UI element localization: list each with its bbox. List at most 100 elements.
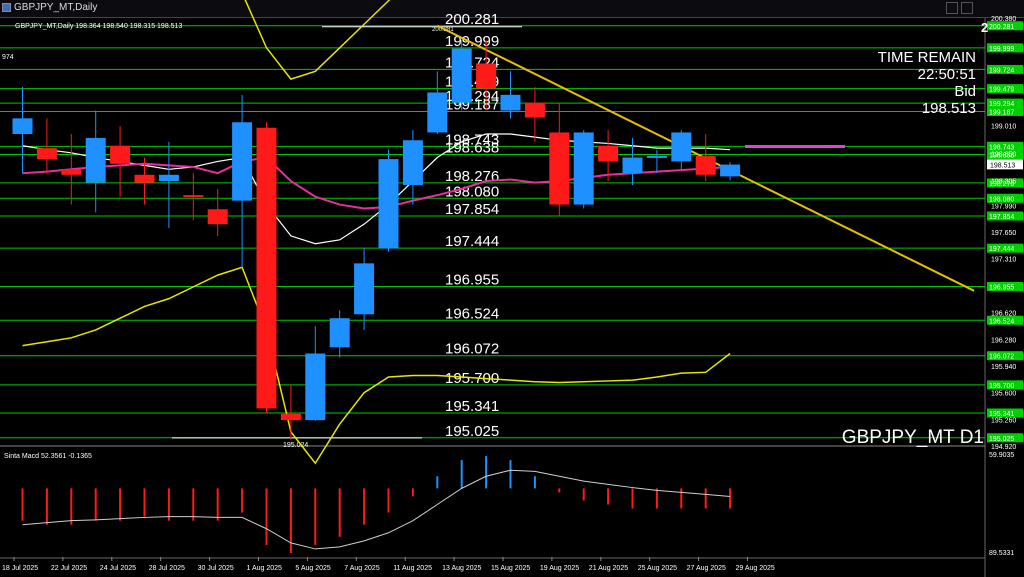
price-tick-label: 195.940 [991, 364, 1016, 371]
candle-body [158, 174, 179, 182]
time-tick-label: 21 Aug 2025 [589, 565, 628, 572]
macd-subwindow: 59.9035 89.5331 [21, 452, 1014, 557]
price-tick-label: 197.650 [991, 230, 1016, 237]
price-tick-label: 198.305 [991, 179, 1016, 186]
macd-histogram-bar [607, 488, 610, 505]
macd-histogram-bar [192, 488, 195, 521]
time-axis: 18 Jul 2025 22 Jul 2025 24 Jul 2025 28 Jul … [2, 557, 775, 572]
macd-histogram-bar [704, 488, 707, 509]
macd-histogram-bar [729, 488, 732, 509]
macd-signal-line [22, 469, 731, 550]
level-label: 199.999 [445, 33, 499, 50]
candle-body [305, 353, 326, 421]
candle-body [451, 48, 472, 103]
level-label: 196.072 [445, 341, 499, 358]
bid-price-tag-label: 198.513 [990, 162, 1015, 169]
bid-value: 198.513 [922, 100, 976, 117]
macd-axis-top: 59.9035 [989, 452, 1014, 459]
time-tick-label: 7 Aug 2025 [344, 565, 380, 572]
time-tick-label: 24 Jul 2025 [100, 565, 136, 572]
macd-histogram-bar [241, 488, 244, 513]
candle-body [573, 132, 594, 205]
candle-body [427, 92, 448, 133]
macd-histogram-bar [631, 488, 634, 509]
candle-body [61, 169, 82, 175]
level-price-tag-label: 199.999 [989, 46, 1014, 53]
macd-histogram-bar [411, 488, 414, 497]
macd-histogram-bar [655, 488, 658, 509]
level-price-tag-label: 199.479 [989, 87, 1014, 94]
candle-body [256, 127, 277, 409]
macd-histogram-bar [314, 488, 317, 545]
time-tick-label: 5 Aug 2025 [295, 565, 331, 572]
candle-body [134, 174, 155, 183]
low-marker-label: 195.024 [283, 442, 308, 449]
macd-histogram-bar [436, 476, 439, 489]
level-price-tag-label: 195.700 [989, 383, 1014, 390]
level-price-tag-label: 196.524 [989, 318, 1014, 325]
price-tick-label: 196.620 [991, 311, 1016, 318]
time-tick-label: 27 Aug 2025 [687, 565, 726, 572]
time-tick-label: 29 Aug 2025 [736, 565, 775, 572]
candle-body [85, 137, 106, 183]
candle-body [354, 263, 375, 315]
macd-histogram-bar [509, 460, 512, 489]
price-tick-label: 199.010 [991, 123, 1016, 130]
price-tick-label: 197.310 [991, 257, 1016, 264]
candle-body [12, 118, 33, 135]
candle-body [598, 145, 619, 162]
level-label: 197.854 [445, 201, 499, 218]
macd-histogram-bar [45, 488, 48, 525]
price-tick-label: 198.650 [991, 152, 1016, 159]
candle-body [378, 159, 399, 249]
time-tick-label: 1 Aug 2025 [247, 565, 283, 572]
level-price-tag-label: 200.281 [989, 24, 1014, 31]
level-price-tag-label: 198.080 [989, 196, 1014, 203]
level-price-tag-label: 199.187 [989, 110, 1014, 117]
time-tick-label: 13 Aug 2025 [442, 565, 481, 572]
time-tick-label: 19 Aug 2025 [540, 565, 579, 572]
window-corner-number: 2 [981, 20, 988, 35]
level-price-tag-label: 196.955 [989, 284, 1014, 291]
lower-band-line [22, 266, 731, 465]
level-price-tag-label: 197.444 [989, 246, 1014, 253]
time-tick-label: 28 Jul 2025 [149, 565, 185, 572]
time-remain-value: 22:50:51 [918, 66, 976, 83]
candle-body [671, 132, 692, 162]
upper-band-line [244, 0, 391, 81]
candle-body [695, 155, 716, 175]
time-tick-label: 15 Aug 2025 [491, 565, 530, 572]
macd-histogram-bar [338, 488, 341, 537]
candle-body [720, 164, 741, 177]
candle-body [622, 157, 643, 174]
price-chart[interactable]: 200.281199.999199.724199.479199.294199.1… [0, 0, 1024, 577]
bid-label: Bid [954, 83, 976, 100]
candle-body [183, 195, 204, 198]
candle-body [207, 209, 228, 225]
macd-histogram-bar [485, 456, 488, 489]
macd-label: Sinta Macd 52.3561 -0.1365 [4, 453, 92, 460]
price-axis: 200.281199.999199.724199.479199.294199.1… [987, 16, 1023, 451]
candle-body [646, 155, 667, 158]
macd-histogram-bar [680, 488, 683, 509]
level-label: 197.444 [445, 233, 499, 250]
symbol-watermark: GBPJPY_MT D1 [842, 427, 984, 448]
symbol-info: GBPJPY_MT,Daily 198.364 198.540 198.315 … [15, 23, 182, 30]
price-tick-label: 195.260 [991, 417, 1016, 424]
macd-histogram-bar [460, 460, 463, 489]
level-label: 196.524 [445, 305, 499, 322]
price-tick-label: 200.380 [991, 16, 1016, 23]
time-tick-label: 25 Aug 2025 [638, 565, 677, 572]
time-tick-label: 11 Aug 2025 [393, 565, 432, 572]
level-price-tag-label: 195.025 [989, 436, 1014, 443]
level-label: 195.025 [445, 423, 499, 440]
macd-histogram-bar [21, 488, 24, 521]
level-price-tag-label: 197.854 [989, 214, 1014, 221]
macd-histogram-bar [533, 476, 536, 489]
price-tick-label: 196.280 [991, 337, 1016, 344]
candle-body [110, 145, 131, 164]
candle-body [329, 318, 350, 348]
price-tick-label: 195.600 [991, 391, 1016, 398]
macd-histogram-bar [582, 488, 585, 501]
time-tick-label: 30 Jul 2025 [198, 565, 234, 572]
